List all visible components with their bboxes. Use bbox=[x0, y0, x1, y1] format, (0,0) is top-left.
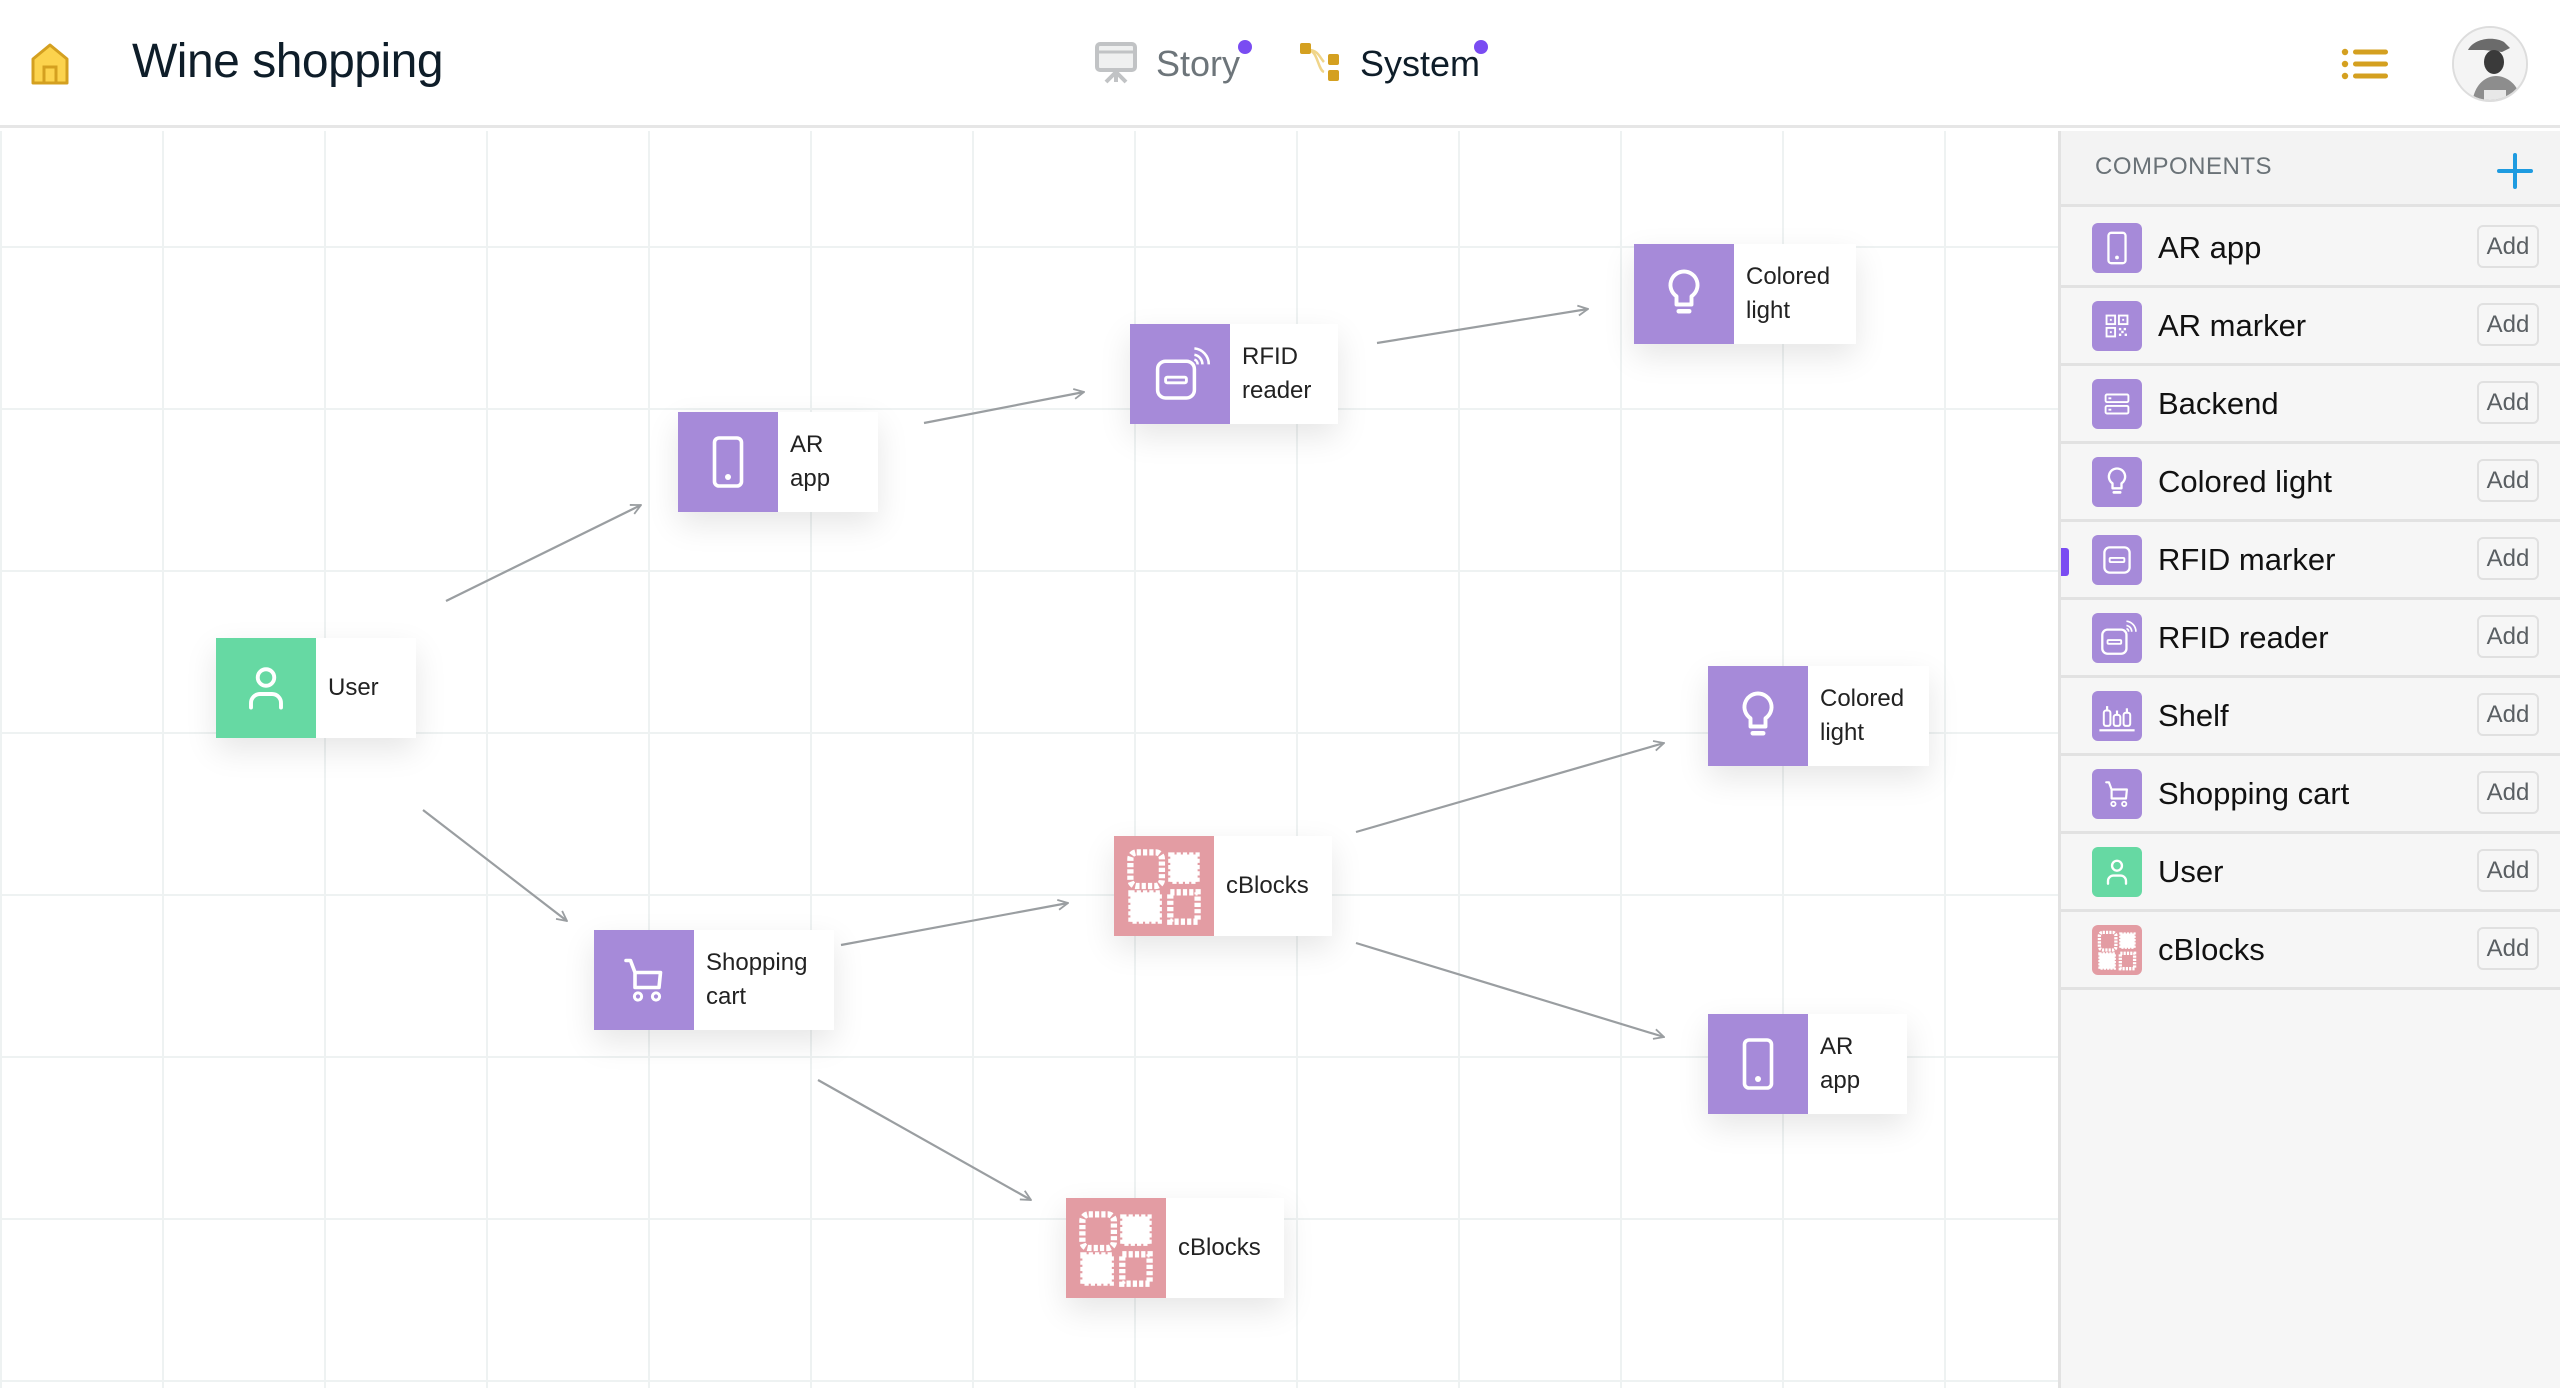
plus-icon[interactable] bbox=[2495, 151, 2535, 191]
user-icon bbox=[2092, 847, 2142, 897]
component-label: Shopping cart bbox=[2158, 776, 2350, 811]
user-icon bbox=[216, 638, 316, 738]
component-item-user[interactable]: User Add bbox=[2061, 834, 2560, 912]
add-ar-marker-button[interactable]: Add bbox=[2477, 303, 2539, 346]
component-label: AR marker bbox=[2158, 308, 2307, 343]
lightbulb-icon bbox=[1634, 244, 1734, 344]
node-cblocks[interactable]: cBlocks bbox=[1114, 836, 1332, 936]
smartphone-icon bbox=[2092, 223, 2142, 273]
add-ar-app-button[interactable]: Add bbox=[2477, 225, 2539, 268]
component-label: Colored light bbox=[2158, 464, 2333, 499]
components-header: COMPONENTS bbox=[2061, 131, 2560, 207]
node-colored-light[interactable]: Colored light bbox=[1634, 244, 1856, 344]
node-label: AR app bbox=[790, 431, 831, 492]
home-icon[interactable] bbox=[30, 42, 70, 86]
edge-arapp-rfid[interactable] bbox=[923, 392, 1084, 425]
component-item-rfid-marker[interactable]: RFID marker Add bbox=[2061, 522, 2560, 600]
system-tree-icon bbox=[1298, 40, 1342, 88]
notification-dot bbox=[1474, 40, 1488, 54]
component-item-cblocks[interactable]: cBlocks Add bbox=[2061, 912, 2560, 990]
diagram-canvas[interactable]: User AR app RFID reader Colored light Sh… bbox=[0, 131, 2059, 1388]
rfid-marker-icon bbox=[2092, 535, 2142, 585]
selection-indicator bbox=[2061, 548, 2069, 576]
node-rfid-reader[interactable]: RFID reader bbox=[1130, 324, 1338, 424]
lightbulb-icon bbox=[1708, 666, 1808, 766]
edge-cblocks-light2[interactable] bbox=[1355, 743, 1664, 834]
add-cblocks-button[interactable]: Add bbox=[2477, 927, 2539, 970]
presentation-board-icon bbox=[1094, 40, 1138, 88]
add-colored-light-button[interactable]: Add bbox=[2477, 459, 2539, 502]
shelf-icon bbox=[2092, 691, 2142, 741]
node-label: Colored light bbox=[1820, 685, 1905, 746]
server-icon bbox=[2092, 379, 2142, 429]
tab-system[interactable]: System bbox=[1298, 38, 1488, 90]
add-rfid-reader-button[interactable]: Add bbox=[2477, 615, 2539, 658]
components-panel: COMPONENTS AR app Add AR marker Add Back… bbox=[2058, 131, 2560, 1388]
edge-rfid-light[interactable] bbox=[1376, 309, 1588, 345]
node-label: AR app bbox=[1820, 1033, 1861, 1094]
component-item-ar-marker[interactable]: AR marker Add bbox=[2061, 288, 2560, 366]
edge-cblocks-arapp2[interactable] bbox=[1355, 941, 1664, 1037]
cblocks-icon bbox=[1066, 1198, 1166, 1298]
qr-code-icon bbox=[2092, 301, 2142, 351]
tab-story-label: Story bbox=[1156, 43, 1241, 84]
component-label: Backend bbox=[2158, 386, 2279, 421]
edge-cart-cblocks[interactable] bbox=[840, 903, 1068, 947]
top-bar: Wine shopping Story System bbox=[0, 0, 2560, 128]
component-item-rfid-reader[interactable]: RFID reader Add bbox=[2061, 600, 2560, 678]
component-label: User bbox=[2158, 854, 2224, 889]
component-item-backend[interactable]: Backend Add bbox=[2061, 366, 2560, 444]
list-icon[interactable] bbox=[2340, 46, 2390, 82]
add-shopping-cart-button[interactable]: Add bbox=[2477, 771, 2539, 814]
rfid-reader-icon bbox=[2092, 613, 2142, 663]
cblocks-icon bbox=[2092, 925, 2142, 975]
component-label: Shelf bbox=[2158, 698, 2229, 733]
components-title: COMPONENTS bbox=[2095, 153, 2273, 180]
add-user-button[interactable]: Add bbox=[2477, 849, 2539, 892]
node-ar-app[interactable]: AR app bbox=[678, 412, 878, 512]
component-item-shelf[interactable]: Shelf Add bbox=[2061, 678, 2560, 756]
project-title: Wine shopping bbox=[132, 35, 444, 88]
edge-user-arapp[interactable] bbox=[445, 504, 641, 602]
node-label: Shopping cart bbox=[706, 949, 808, 1010]
node-shopping-cart[interactable]: Shopping cart bbox=[594, 930, 834, 1030]
node-ar-app-2[interactable]: AR app bbox=[1708, 1014, 1907, 1114]
node-label: RFID reader bbox=[1242, 343, 1312, 404]
edge-user-cart[interactable] bbox=[422, 809, 567, 921]
edge-cart-cblocks2[interactable] bbox=[817, 1079, 1031, 1200]
add-backend-button[interactable]: Add bbox=[2477, 381, 2539, 424]
avatar[interactable] bbox=[2452, 26, 2528, 102]
node-user[interactable]: User bbox=[216, 638, 416, 738]
add-shelf-button[interactable]: Add bbox=[2477, 693, 2539, 736]
tab-story[interactable]: Story bbox=[1094, 38, 1252, 90]
node-label: Colored light bbox=[1746, 263, 1831, 324]
cblocks-icon bbox=[1114, 836, 1214, 936]
lightbulb-icon bbox=[2092, 457, 2142, 507]
rfid-reader-icon bbox=[1130, 324, 1230, 424]
component-item-colored-light[interactable]: Colored light Add bbox=[2061, 444, 2560, 522]
component-label: RFID marker bbox=[2158, 542, 2336, 577]
notification-dot bbox=[1238, 40, 1252, 54]
node-label: User bbox=[328, 674, 379, 701]
component-item-shopping-cart[interactable]: Shopping cart Add bbox=[2061, 756, 2560, 834]
component-label: AR app bbox=[2158, 230, 2262, 265]
component-label: RFID reader bbox=[2158, 620, 2329, 655]
components-list: AR app Add AR marker Add Backend Add Col… bbox=[2061, 210, 2560, 990]
shopping-cart-icon bbox=[594, 930, 694, 1030]
node-label: cBlocks bbox=[1178, 1234, 1261, 1261]
smartphone-icon bbox=[1708, 1014, 1808, 1114]
shopping-cart-icon bbox=[2092, 769, 2142, 819]
smartphone-icon bbox=[678, 412, 778, 512]
node-colored-light-2[interactable]: Colored light bbox=[1708, 666, 1929, 766]
component-label: cBlocks bbox=[2158, 932, 2265, 967]
tab-system-label: System bbox=[1360, 43, 1481, 84]
add-rfid-marker-button[interactable]: Add bbox=[2477, 537, 2539, 580]
node-cblocks-2[interactable]: cBlocks bbox=[1066, 1198, 1284, 1298]
component-item-ar-app[interactable]: AR app Add bbox=[2061, 210, 2560, 288]
node-label: cBlocks bbox=[1226, 872, 1309, 899]
